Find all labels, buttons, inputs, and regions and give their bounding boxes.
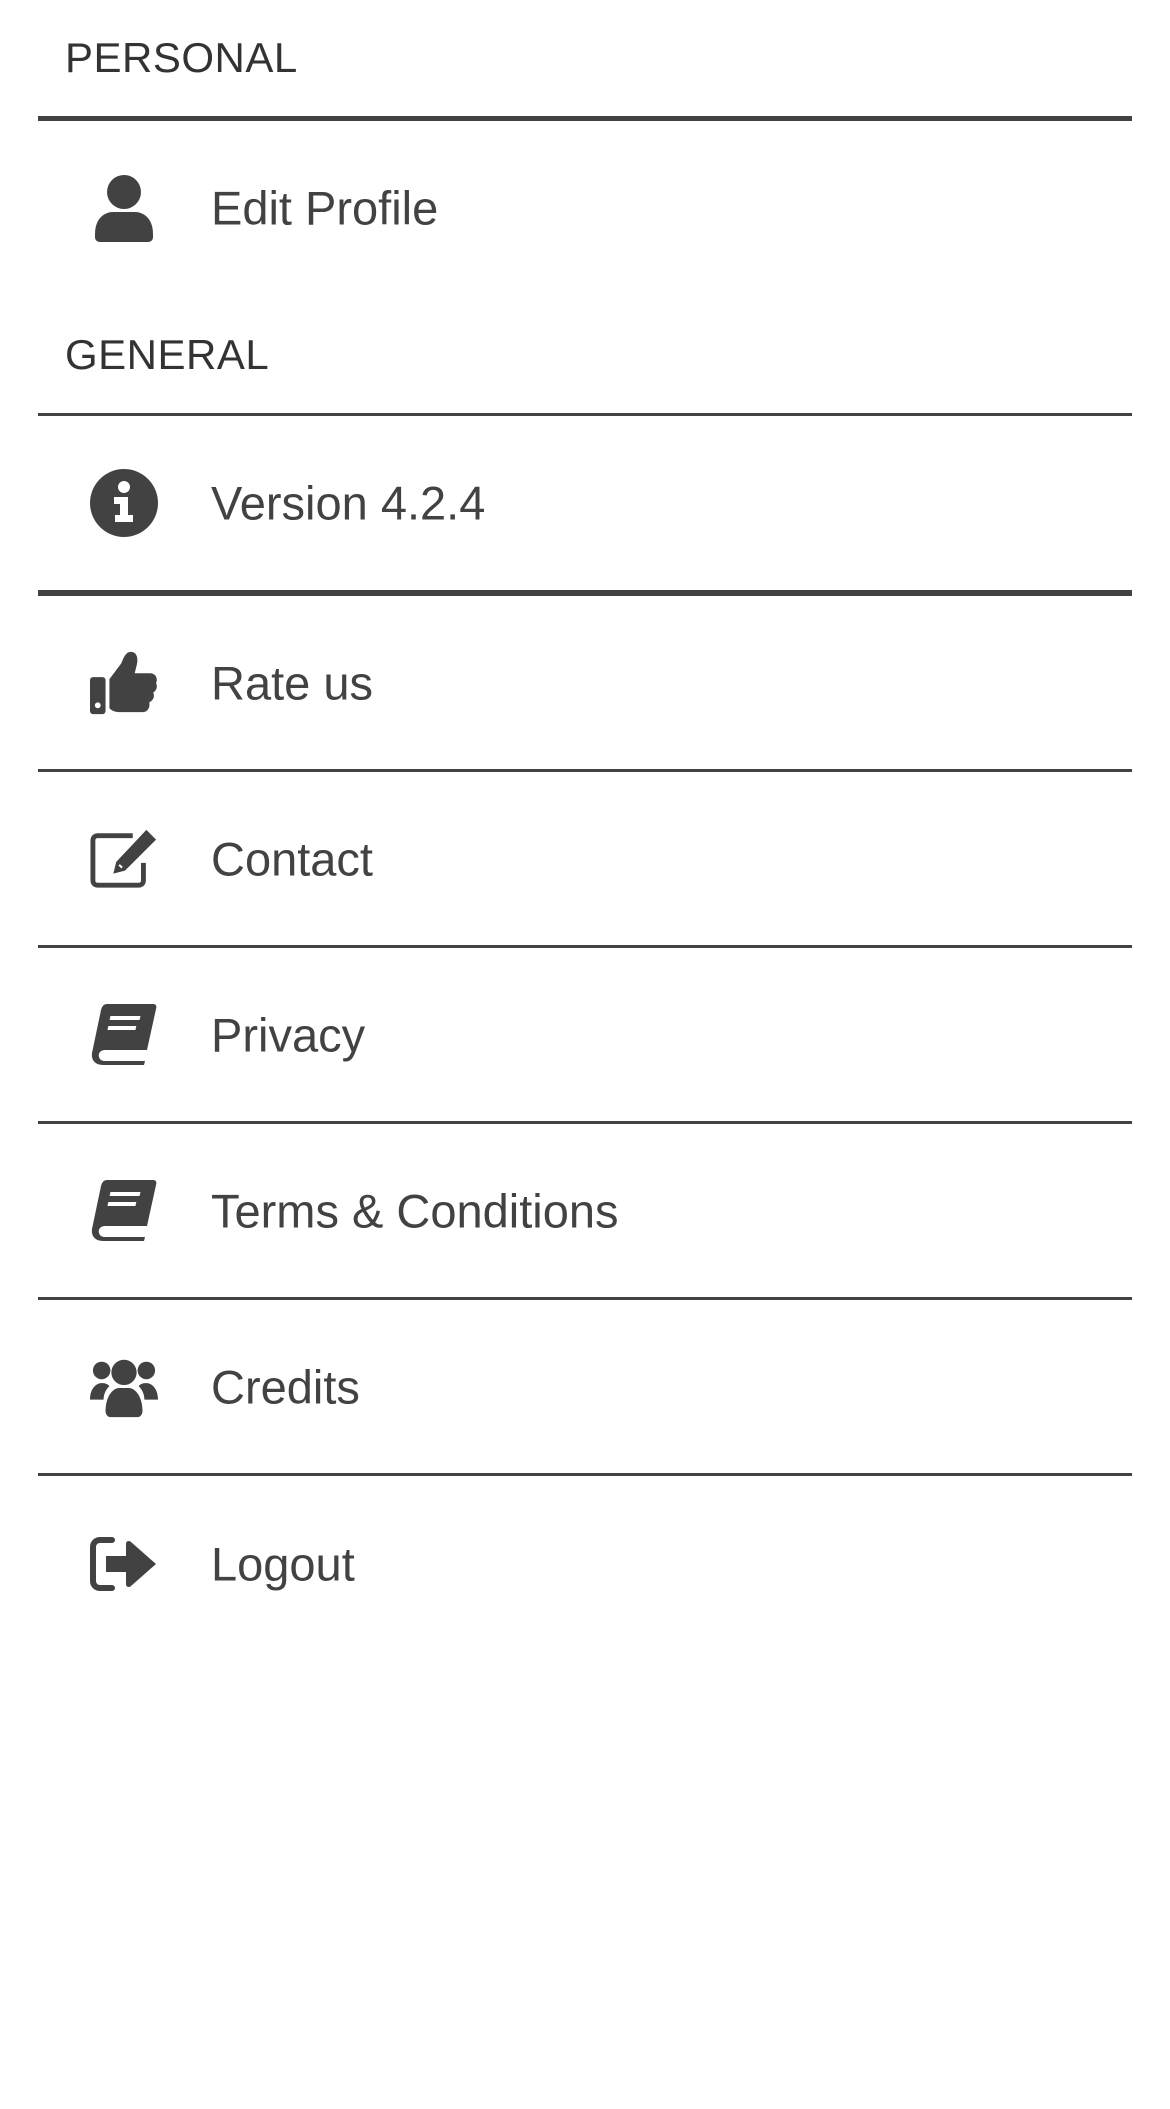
section-header-personal: PERSONAL xyxy=(38,0,1132,121)
book-icon xyxy=(90,1177,158,1245)
menu-item-privacy[interactable]: Privacy xyxy=(38,948,1132,1124)
menu-item-label: Logout xyxy=(211,1537,355,1591)
edit-icon xyxy=(90,825,158,893)
menu-item-credits[interactable]: Credits xyxy=(38,1300,1132,1476)
menu-item-label: Privacy xyxy=(211,1008,366,1061)
info-circle-icon xyxy=(90,469,158,537)
settings-menu: PERSONAL Edit Profile GENERAL Version 4.… xyxy=(38,0,1132,1652)
menu-item-version[interactable]: Version 4.2.4 xyxy=(38,416,1132,596)
users-icon xyxy=(90,1353,158,1421)
menu-item-contact[interactable]: Contact xyxy=(38,772,1132,948)
menu-item-label: Version 4.2.4 xyxy=(211,476,486,530)
section-title-personal: PERSONAL xyxy=(65,34,298,81)
menu-item-label: Edit Profile xyxy=(211,181,439,235)
menu-item-rate-us[interactable]: Rate us xyxy=(38,596,1132,772)
user-icon xyxy=(90,174,158,242)
thumbs-up-icon xyxy=(90,649,158,717)
section-title-general: GENERAL xyxy=(65,331,270,378)
menu-item-label: Credits xyxy=(211,1360,360,1413)
section-header-general: GENERAL xyxy=(38,295,1132,416)
menu-item-label: Contact xyxy=(211,832,373,885)
sign-out-icon xyxy=(90,1530,158,1598)
book-icon xyxy=(90,1001,158,1069)
menu-item-edit-profile[interactable]: Edit Profile xyxy=(38,121,1132,295)
menu-item-logout[interactable]: Logout xyxy=(38,1476,1132,1652)
menu-item-label: Rate us xyxy=(211,656,373,709)
menu-item-terms[interactable]: Terms & Conditions xyxy=(38,1124,1132,1300)
menu-item-label: Terms & Conditions xyxy=(211,1184,619,1237)
